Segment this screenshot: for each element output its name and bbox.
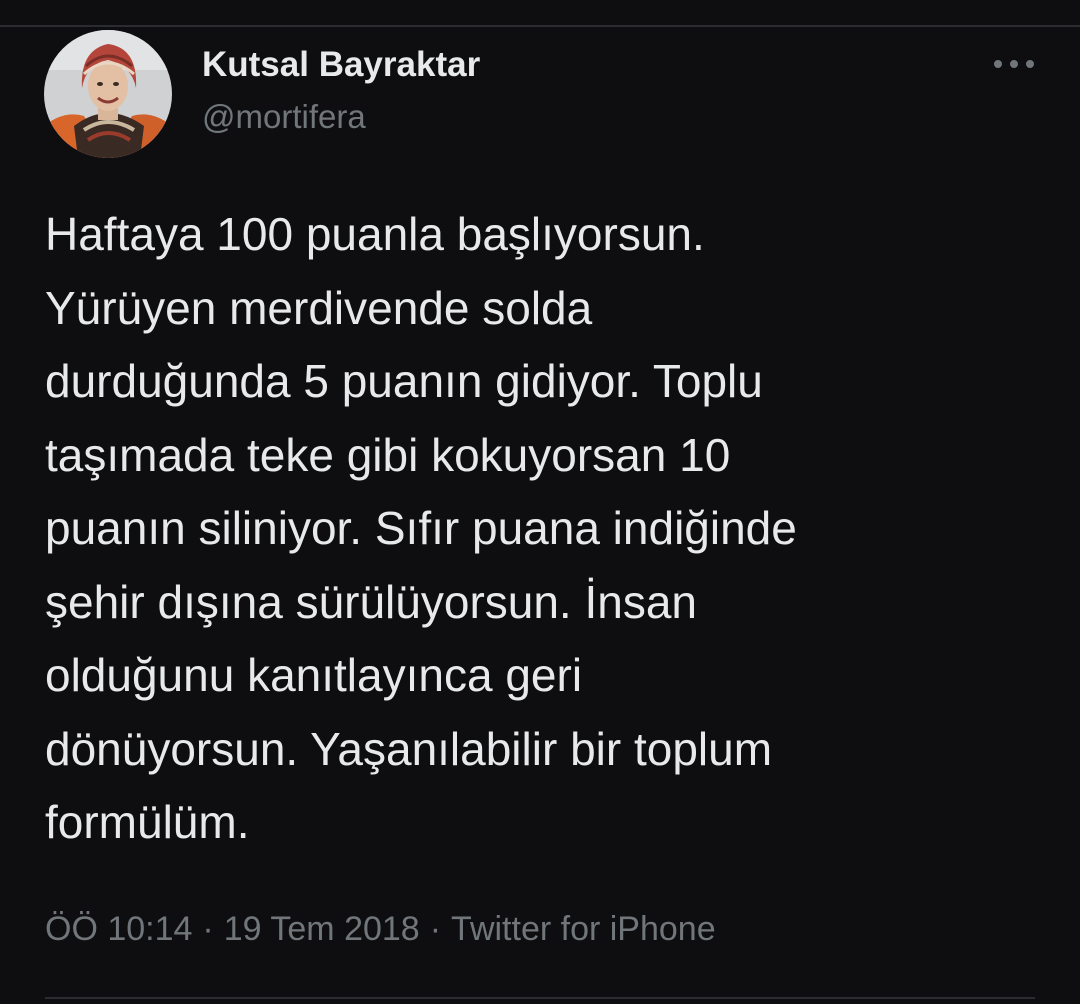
meta-separator: · [202, 910, 214, 948]
meta-separator: · [429, 910, 442, 948]
tweet-text: Haftaya 100 puanla başlıyorsun. Yürüyen … [45, 208, 797, 848]
more-options-button[interactable] [984, 50, 1044, 78]
user-handle[interactable]: @mortifera [202, 96, 366, 138]
top-divider [0, 25, 1080, 27]
tweet-metadata: ÖÖ 10:14 · 19 Tem 2018 · Twitter for iPhone [45, 907, 716, 951]
tweet-date[interactable]: 19 Tem 2018 [224, 910, 420, 948]
tweet-time[interactable]: ÖÖ 10:14 [45, 910, 192, 948]
bottom-divider [45, 997, 1035, 999]
profile-photo [44, 30, 172, 158]
tweet-source[interactable]: Twitter for iPhone [451, 910, 716, 948]
avatar[interactable] [44, 30, 172, 158]
display-name[interactable]: Kutsal Bayraktar [202, 44, 480, 86]
